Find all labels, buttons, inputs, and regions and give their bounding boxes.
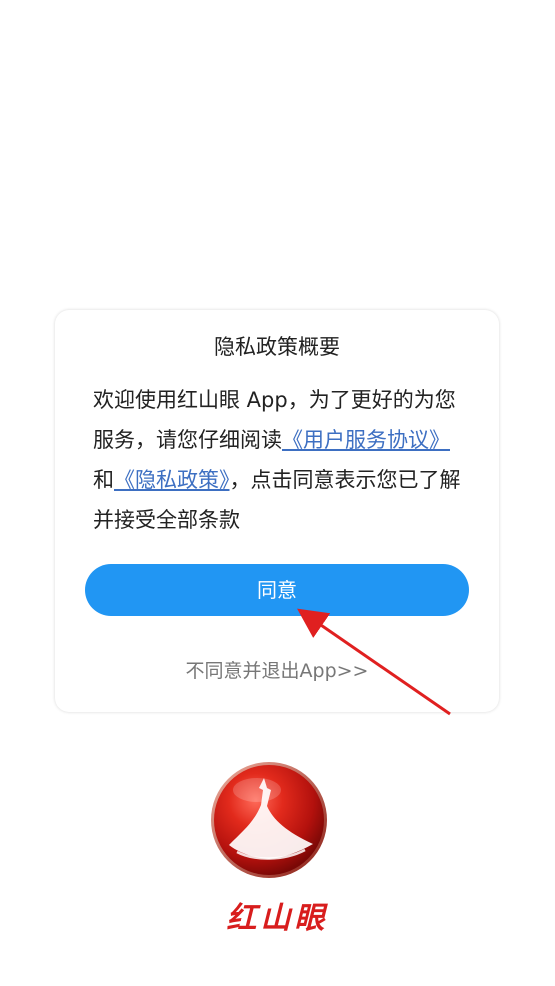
dialog-title: 隐私政策概要 — [214, 335, 340, 359]
privacy-dialog: 隐私政策概要 欢迎使用红山眼 App，为了更好的为您服务，请您仔细阅读《用户服务… — [55, 310, 499, 712]
hongshan-emblem-icon — [211, 762, 327, 878]
app-name-logo-text: 红山眼 — [226, 901, 329, 936]
user-agreement-link[interactable]: 《用户服务协议》 — [282, 428, 450, 452]
body-and-text: 和 — [93, 468, 114, 492]
disagree-exit-link[interactable]: 不同意并退出App>> — [55, 656, 499, 686]
privacy-consent-screen: 隐私政策概要 欢迎使用红山眼 App，为了更好的为您服务，请您仔细阅读《用户服务… — [0, 0, 555, 986]
agree-button[interactable]: 同意 — [85, 564, 469, 616]
dialog-body: 欢迎使用红山眼 App，为了更好的为您服务，请您仔细阅读《用户服务协议》和《隐私… — [93, 380, 463, 540]
privacy-policy-link[interactable]: 《隐私政策》 — [114, 468, 230, 492]
